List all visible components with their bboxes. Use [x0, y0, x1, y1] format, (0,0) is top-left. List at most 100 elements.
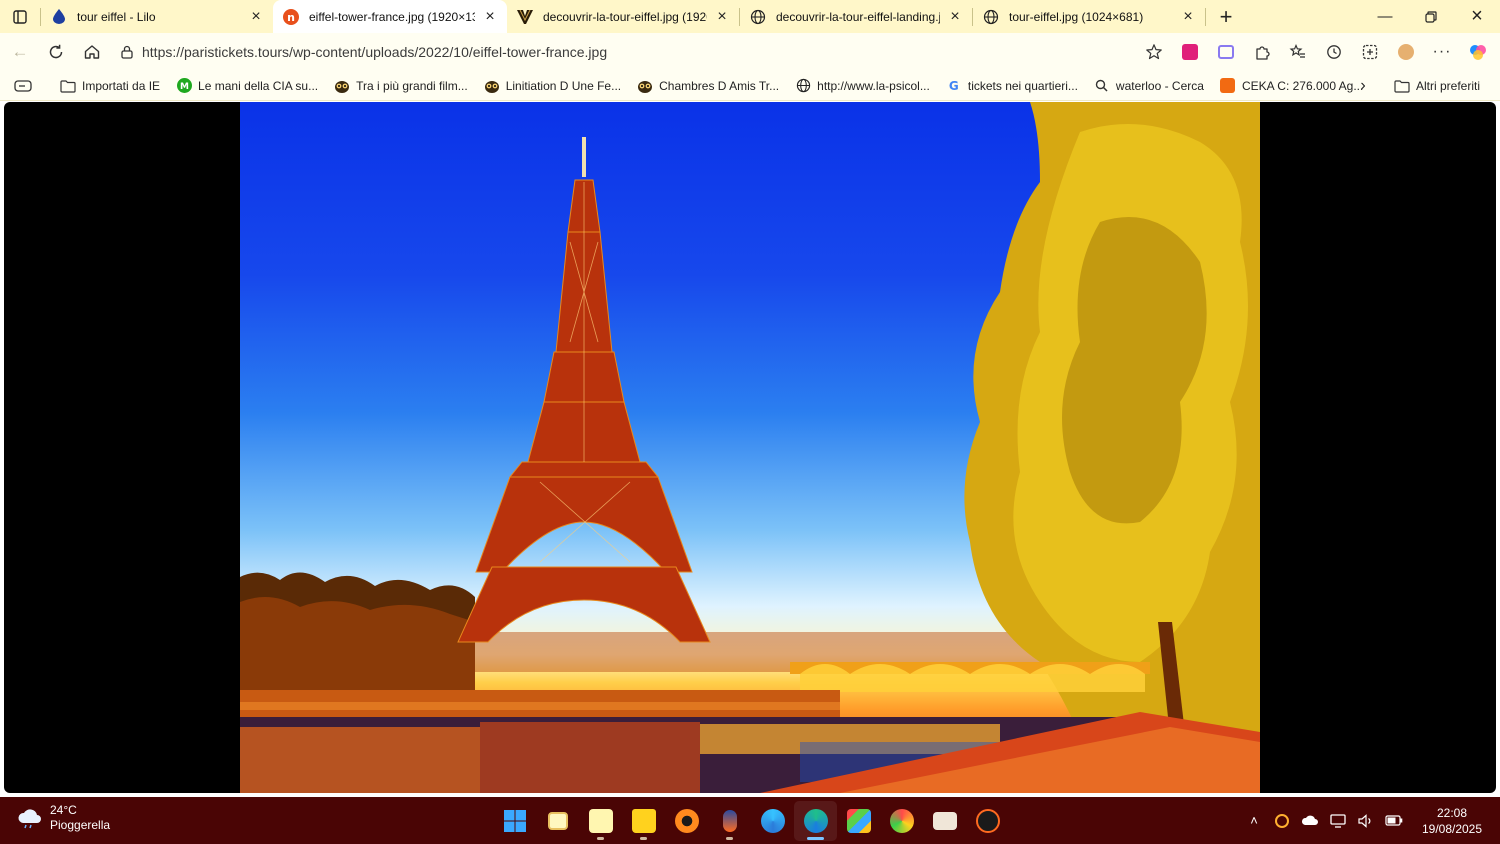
favorite-item[interactable]: CEKA C: 276.000 Ag...: [1212, 73, 1371, 99]
people-app-icon: [722, 810, 737, 832]
media-player-button[interactable]: [966, 801, 1009, 841]
history-button[interactable]: [1316, 34, 1352, 70]
favorite-item[interactable]: Linitiation D Une Fe...: [476, 73, 629, 99]
favorite-item[interactable]: Importati da IE: [52, 73, 168, 99]
favorite-item[interactable]: G tickets nei quartieri...: [938, 73, 1086, 99]
address-url[interactable]: https://paristickets.tours/wp-content/up…: [142, 44, 607, 60]
running-indicator: [597, 837, 604, 840]
paristickets-icon: n: [283, 8, 299, 25]
tab-title: tour eiffel - Lilo: [77, 9, 156, 24]
close-tab-icon[interactable]: ×: [946, 8, 964, 26]
people-app-button[interactable]: [708, 801, 751, 841]
tab-decouvrir-tour-eiffel[interactable]: decouvrir-la-tour-eiffel.jpg (1920×1280)…: [507, 0, 739, 33]
favorite-label: Tra i più grandi film...: [356, 78, 468, 93]
favorite-label: CEKA C: 276.000 Ag...: [1241, 78, 1364, 93]
edge-browser-button[interactable]: [794, 801, 837, 841]
folder-icon: [1394, 78, 1410, 94]
close-window-icon[interactable]: ×: [1454, 0, 1500, 33]
notes-app-button[interactable]: [579, 801, 622, 841]
globe-icon: [983, 9, 999, 25]
network-icon[interactable]: [1324, 801, 1352, 841]
address-bar[interactable]: https://paristickets.tours/wp-content/up…: [112, 36, 1172, 68]
photo-app-button[interactable]: [665, 801, 708, 841]
favorite-label: Le mani della CIA su...: [198, 78, 319, 93]
favorite-item[interactable]: Chambres D Amis Tr...: [629, 73, 787, 99]
start-button[interactable]: [493, 801, 536, 841]
settings-more-button[interactable]: ···: [1424, 34, 1460, 70]
tab-decouvrir-landing[interactable]: decouvrir-la-tour-eiffel-landing.jpg ×: [740, 0, 972, 33]
favorite-label: tickets nei quartieri...: [967, 78, 1078, 93]
tab-tour-eiffel[interactable]: tour-eiffel.jpg (1024×681) ×: [973, 0, 1205, 33]
clock-time: 22:08: [1436, 805, 1468, 820]
collections-button[interactable]: [1352, 34, 1388, 70]
weather-text: 24°C Pioggerella: [50, 803, 110, 833]
refresh-button[interactable]: [38, 34, 74, 70]
sync-icon[interactable]: [1268, 801, 1296, 841]
tab-title: eiffel-tower-france.jpg (1920×1357): [309, 9, 475, 24]
favorites-toggle-button[interactable]: [8, 73, 38, 99]
favorite-label: Importati da IE: [82, 78, 161, 93]
profile-avatar-icon: [1398, 44, 1414, 60]
volume-icon[interactable]: [1352, 801, 1380, 841]
chevron-up-icon[interactable]: ˄: [1240, 801, 1268, 841]
edge-dev-button[interactable]: [751, 801, 794, 841]
owl-icon: [334, 78, 350, 94]
svg-text:M: M: [180, 82, 189, 92]
running-indicator: [807, 837, 824, 840]
tab-title: decouvrir-la-tour-eiffel.jpg (1920×1280): [543, 9, 707, 24]
tab-eiffel-tower-france[interactable]: n eiffel-tower-france.jpg (1920×1357) ×: [273, 0, 507, 33]
extension-v-button[interactable]: [1172, 34, 1208, 70]
mail-app-icon: [932, 812, 957, 830]
google-icon: G: [948, 78, 959, 93]
favorite-item[interactable]: waterloo - Cerca: [1086, 73, 1212, 99]
clock[interactable]: 22:08 19/08/2025: [1408, 805, 1496, 837]
eiffel-tower-photo[interactable]: [240, 102, 1260, 793]
task-view-button[interactable]: [536, 801, 579, 841]
weather-widget[interactable]: 24°C Pioggerella: [16, 803, 110, 833]
site-info-icon[interactable]: [112, 45, 142, 59]
extension-screen-button[interactable]: [1208, 34, 1244, 70]
restore-icon[interactable]: [1408, 0, 1454, 33]
new-tab-button[interactable]: +: [1210, 0, 1242, 33]
running-indicator: [640, 837, 647, 840]
onedrive-icon[interactable]: [1296, 801, 1324, 841]
close-tab-icon[interactable]: ×: [713, 8, 731, 26]
close-tab-icon[interactable]: ×: [1179, 8, 1197, 26]
profile-button[interactable]: [1388, 34, 1424, 70]
battery-icon[interactable]: [1380, 801, 1408, 841]
svg-text:n: n: [287, 11, 295, 24]
minimize-icon[interactable]: —: [1362, 0, 1408, 33]
favorite-item[interactable]: M Le mani della CIA su...: [168, 73, 326, 99]
other-favorites-folder[interactable]: Altri preferiti: [1386, 73, 1488, 99]
tab-strip: tour eiffel - Lilo × n eiffel-tower-fran…: [0, 0, 1500, 33]
close-tab-icon[interactable]: ×: [481, 8, 499, 26]
store-app-button[interactable]: [837, 801, 880, 841]
edge-browser-icon: [803, 809, 828, 833]
screen-extension-icon: [1218, 45, 1234, 59]
tab-actions-button[interactable]: [0, 0, 40, 33]
home-button[interactable]: [74, 34, 110, 70]
tab-lilo[interactable]: tour eiffel - Lilo ×: [41, 0, 273, 33]
close-tab-icon[interactable]: ×: [247, 8, 265, 26]
file-explorer-button[interactable]: [622, 801, 665, 841]
favorite-star-button[interactable]: [1136, 34, 1172, 70]
photo-app-icon: [674, 809, 699, 833]
blogger-icon: [1220, 78, 1236, 94]
window-controls: — ×: [1362, 0, 1500, 33]
favorite-item[interactable]: http://www.la-psicol...: [787, 73, 938, 99]
extensions-button[interactable]: [1244, 34, 1280, 70]
favorite-item[interactable]: Tra i più grandi film...: [326, 73, 476, 99]
copilot-button[interactable]: [1460, 34, 1496, 70]
address-toolbar: ← https://paristickets.tours/wp-content/…: [0, 33, 1500, 71]
chevron-right-icon[interactable]: ›: [1352, 71, 1374, 101]
mail-app-button[interactable]: [923, 801, 966, 841]
favorite-label: Altri preferiti: [1415, 79, 1480, 93]
favorite-label: Chambres D Amis Tr...: [659, 78, 780, 93]
chrome-app-button[interactable]: [880, 801, 923, 841]
refresh-icon: [49, 44, 63, 59]
favorites-button[interactable]: [1280, 34, 1316, 70]
back-button[interactable]: ←: [2, 34, 38, 70]
folder-icon: [60, 78, 76, 94]
tab-title: tour-eiffel.jpg (1024×681): [1009, 9, 1144, 24]
reading-list-icon: [14, 79, 32, 92]
